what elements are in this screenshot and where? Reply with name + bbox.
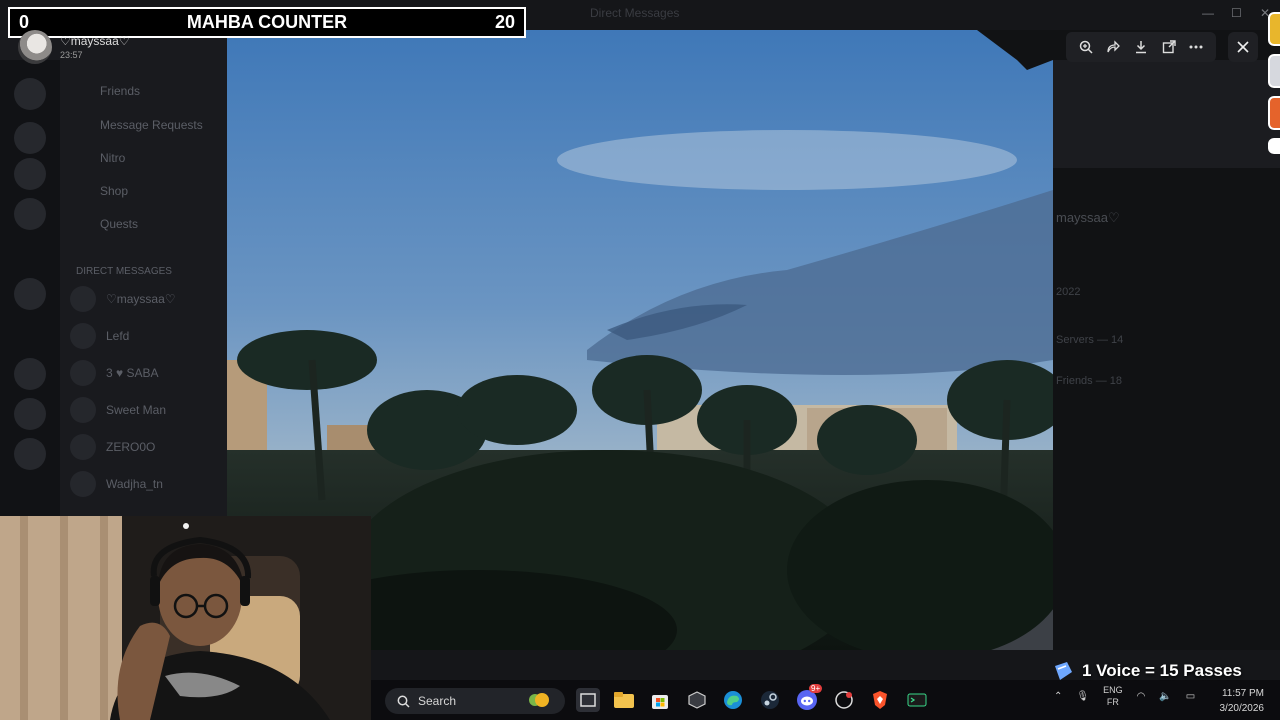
task-view-icon[interactable]: [576, 688, 600, 712]
file-explorer-icon[interactable]: [612, 688, 636, 712]
stream-alert-badge: [1268, 54, 1280, 88]
close-icon[interactable]: [1228, 32, 1258, 62]
profile-servers[interactable]: Servers — 14: [1056, 334, 1123, 346]
dm-contact[interactable]: Wadjha_tn: [70, 471, 163, 497]
language-switcher[interactable]: ENG FR: [1103, 684, 1123, 708]
stream-alert-badge: [1268, 138, 1280, 154]
sidebar-item-message-requests[interactable]: Message Requests: [100, 114, 203, 136]
search-placeholder: Search: [418, 694, 457, 708]
server-icon[interactable]: [14, 358, 46, 390]
avatar: [70, 286, 96, 312]
microphone-icon[interactable]: 🎙: [1076, 691, 1089, 702]
avatar: [70, 397, 96, 423]
sidebar-item-quests[interactable]: Quests: [100, 213, 138, 235]
language-bottom: FR: [1106, 697, 1119, 707]
dm-contact[interactable]: 3 ♥ SABA: [70, 360, 158, 386]
author-name: ♡mayssaa♡: [60, 34, 130, 48]
more-icon[interactable]: [1185, 36, 1207, 58]
dm-contact[interactable]: Sweet Man: [70, 397, 166, 423]
stream-alert-badge: [1268, 96, 1280, 130]
download-icon[interactable]: [1130, 36, 1152, 58]
counter-right-value: 20: [494, 12, 515, 32]
webcam-overlay: [0, 516, 371, 720]
avatar: [70, 323, 96, 349]
taskbar-clock[interactable]: 11:57 PM 3/20/2026: [1212, 686, 1265, 716]
dm-section-header: DIRECT MESSAGES: [76, 265, 172, 277]
system-tray: ⌃ 🎙 ENG FR ◠ 🔈 ▭: [1054, 684, 1195, 708]
discord-icon[interactable]: 9+: [795, 684, 823, 712]
profile-banner: [1053, 60, 1280, 168]
avatar: [70, 360, 96, 386]
streamer-webcam: [0, 516, 371, 720]
battery-icon[interactable]: ▭: [1186, 691, 1195, 702]
zoom-in-icon[interactable]: [1075, 36, 1097, 58]
sidebar-item-friends[interactable]: Friends: [100, 80, 140, 102]
promo-text: 1 Voice = 15 Passes: [1082, 661, 1242, 680]
window-title: Direct Messages: [590, 6, 680, 20]
wifi-icon[interactable]: ◠: [1137, 691, 1146, 702]
server-icon[interactable]: [14, 78, 46, 110]
server-icon[interactable]: [14, 278, 46, 310]
steam-icon[interactable]: [758, 688, 782, 712]
volume-icon[interactable]: 🔈: [1159, 691, 1171, 702]
image-author[interactable]: ♡mayssaa♡ 23:57: [18, 30, 130, 64]
weather-widget-icon[interactable]: [526, 688, 550, 712]
avatar: [18, 30, 52, 64]
clock-date: 3/20/2026: [1219, 703, 1265, 714]
server-rail: [0, 60, 60, 520]
ticket-icon: [1055, 662, 1072, 680]
open-in-browser-icon[interactable]: [1158, 36, 1180, 58]
server-icon[interactable]: [14, 122, 46, 154]
forward-icon[interactable]: [1102, 36, 1124, 58]
sidebar-item-shop[interactable]: Shop: [100, 180, 128, 202]
brave-browser-icon[interactable]: [868, 688, 892, 712]
microsoft-store-icon[interactable]: [648, 688, 672, 712]
sidebar-item-nitro[interactable]: Nitro: [100, 147, 125, 169]
dm-contact[interactable]: Lefd: [70, 323, 129, 349]
avatar: [70, 471, 96, 497]
edge-browser-icon[interactable]: [721, 688, 745, 712]
clock-time: 11:57 PM: [1221, 688, 1264, 699]
server-icon[interactable]: [14, 438, 46, 470]
minimize-button[interactable]: —: [1202, 6, 1214, 20]
profile-name: mayssaa♡: [1056, 210, 1120, 225]
search-icon: [397, 695, 410, 708]
promo-banner: 1 Voice = 15 Passes: [1052, 660, 1242, 682]
server-icon[interactable]: [14, 158, 46, 190]
server-icon[interactable]: [14, 198, 46, 230]
app-icon[interactable]: [685, 688, 709, 712]
profile-member-since: 2022: [1056, 286, 1081, 298]
maximize-button[interactable]: ☐: [1231, 6, 1242, 20]
language-top: ENG: [1103, 685, 1123, 695]
terminal-icon[interactable]: [905, 688, 929, 712]
profile-friends[interactable]: Friends — 18: [1056, 375, 1122, 387]
chevron-up-icon[interactable]: ⌃: [1054, 691, 1062, 702]
server-icon[interactable]: [14, 398, 46, 430]
notification-badge: 9+: [809, 684, 823, 693]
dm-contact[interactable]: ZERO0O: [70, 434, 155, 460]
image-viewer-toolbar: [1066, 32, 1216, 62]
author-timestamp: 23:57: [60, 50, 83, 60]
app-icon[interactable]: [832, 688, 856, 712]
dm-contact[interactable]: ♡mayssaa♡: [70, 286, 176, 312]
avatar: [70, 434, 96, 460]
stream-alert-badge: [1268, 12, 1280, 46]
